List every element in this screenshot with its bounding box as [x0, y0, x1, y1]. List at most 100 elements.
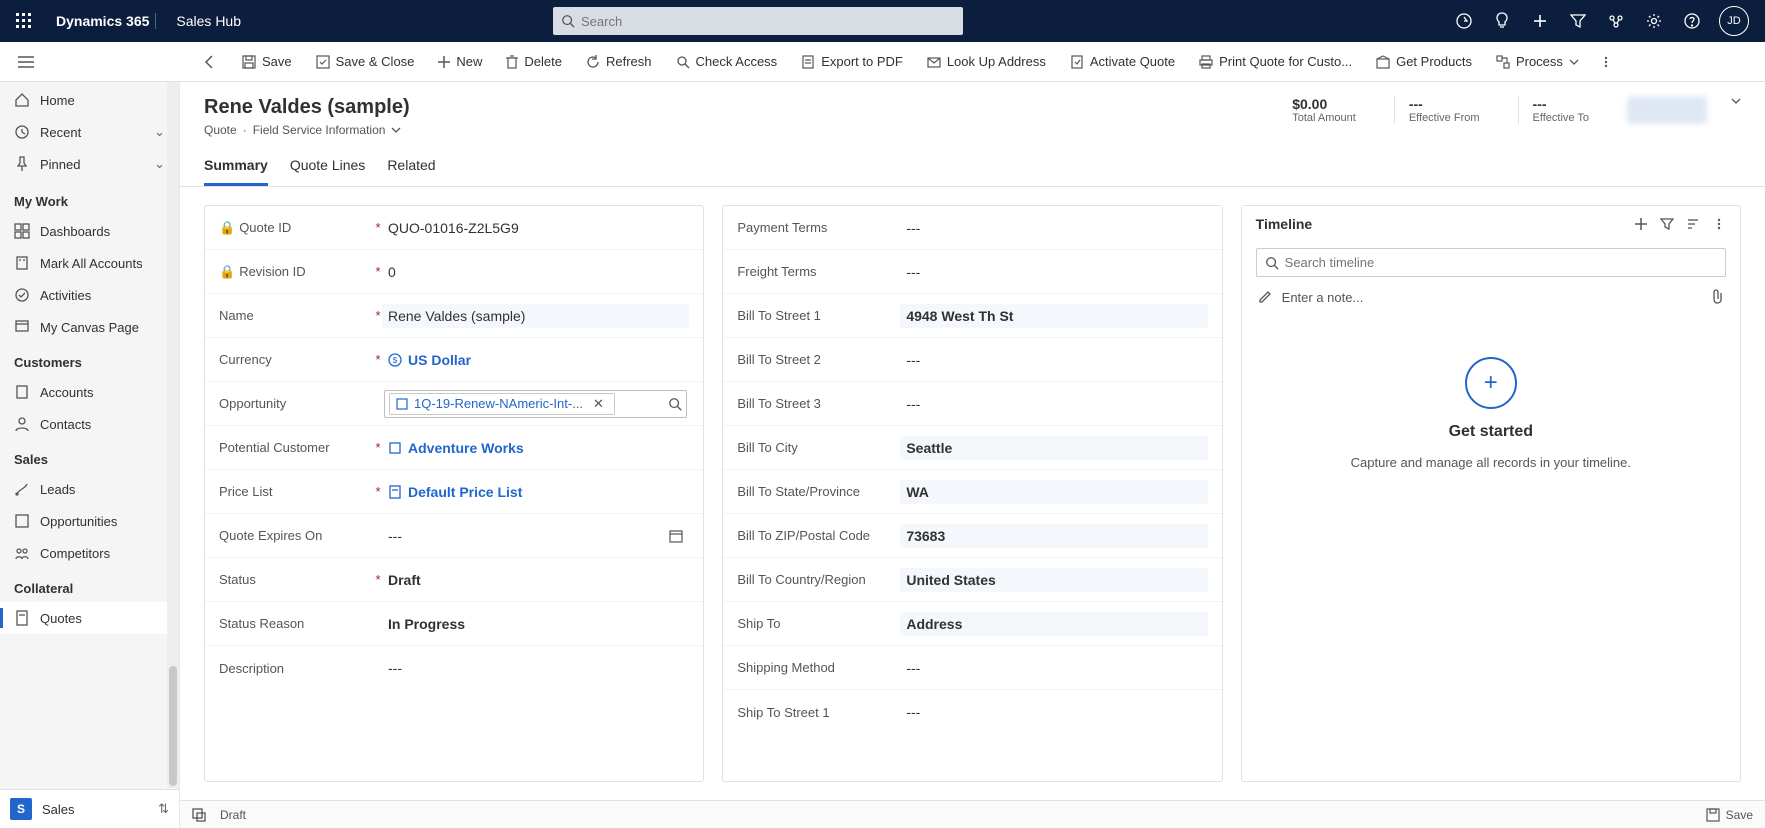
- app-title[interactable]: Sales Hub: [166, 13, 251, 29]
- field-bill-street2[interactable]: Bill To Street 2---: [723, 338, 1221, 382]
- field-freight-terms[interactable]: Freight Terms---: [723, 250, 1221, 294]
- bill-zip-value[interactable]: 73683: [900, 524, 1207, 548]
- field-bill-city[interactable]: Bill To CitySeattle: [723, 426, 1221, 470]
- timeline-more-icon[interactable]: [1712, 217, 1726, 231]
- ship-to-value[interactable]: Address: [900, 612, 1207, 636]
- nav-canvas[interactable]: My Canvas Page: [0, 311, 179, 343]
- print-quote-button[interactable]: Print Quote for Custo...: [1189, 50, 1362, 73]
- nav-competitors[interactable]: Competitors: [0, 537, 179, 569]
- timeline-search-input[interactable]: [1285, 255, 1717, 270]
- field-potential-customer[interactable]: Potential Customer* Adventure Works: [205, 426, 703, 470]
- nav-mark-accounts[interactable]: Mark All Accounts: [0, 247, 179, 279]
- field-bill-zip[interactable]: Bill To ZIP/Postal Code73683: [723, 514, 1221, 558]
- field-shipping-method[interactable]: Shipping Method---: [723, 646, 1221, 690]
- ship-street1-value[interactable]: ---: [900, 700, 1207, 724]
- field-name[interactable]: Name* Rene Valdes (sample): [205, 294, 703, 338]
- bill-state-value[interactable]: WA: [900, 480, 1207, 504]
- bill-city-value[interactable]: Seattle: [900, 436, 1207, 460]
- potential-customer-value[interactable]: Adventure Works: [408, 440, 524, 456]
- nav-recent[interactable]: Recent⌄: [0, 116, 179, 148]
- gear-icon[interactable]: [1643, 10, 1665, 32]
- remove-lookup-icon[interactable]: ✕: [589, 396, 608, 412]
- back-button[interactable]: [192, 54, 228, 70]
- timeline-sort-icon[interactable]: [1686, 217, 1700, 231]
- field-bill-street1[interactable]: Bill To Street 14948 West Th St: [723, 294, 1221, 338]
- bill-street1-value[interactable]: 4948 West Th St: [900, 304, 1207, 328]
- save-close-button[interactable]: Save & Close: [306, 50, 425, 73]
- tab-related[interactable]: Related: [387, 151, 435, 186]
- area-switcher[interactable]: S Sales ⇅: [0, 789, 179, 828]
- nav-dashboards[interactable]: Dashboards: [0, 215, 179, 247]
- timeline-search[interactable]: [1256, 248, 1726, 277]
- nav-activities[interactable]: Activities: [0, 279, 179, 311]
- field-payment-terms[interactable]: Payment Terms---: [723, 206, 1221, 250]
- footer-popout-icon[interactable]: [192, 808, 206, 822]
- add-icon[interactable]: [1529, 10, 1551, 32]
- currency-value[interactable]: US Dollar: [408, 352, 471, 368]
- footer-save-button[interactable]: Save: [1706, 808, 1753, 822]
- get-products-button[interactable]: Get Products: [1366, 50, 1482, 73]
- nav-collapse-icon[interactable]: [8, 55, 44, 69]
- field-bill-street3[interactable]: Bill To Street 3---: [723, 382, 1221, 426]
- nav-accounts[interactable]: Accounts: [0, 376, 179, 408]
- attach-icon[interactable]: [1712, 289, 1724, 305]
- check-access-button[interactable]: Check Access: [666, 50, 788, 73]
- user-avatar[interactable]: JD: [1719, 6, 1749, 36]
- description-value[interactable]: ---: [382, 656, 689, 680]
- nav-quotes[interactable]: Quotes: [0, 602, 179, 634]
- field-currency[interactable]: Currency* $US Dollar: [205, 338, 703, 382]
- field-bill-country[interactable]: Bill To Country/RegionUnited States: [723, 558, 1221, 602]
- timeline-get-started-icon[interactable]: +: [1465, 357, 1517, 409]
- command-overflow[interactable]: [1593, 51, 1619, 73]
- refresh-button[interactable]: Refresh: [576, 50, 662, 73]
- export-pdf-button[interactable]: Export to PDF: [791, 50, 913, 73]
- chevron-down-icon[interactable]: [1731, 96, 1741, 106]
- sidenav-scrollbar[interactable]: [167, 82, 179, 788]
- assistant-icon[interactable]: [1453, 10, 1475, 32]
- nav-opportunities[interactable]: Opportunities: [0, 505, 179, 537]
- global-search[interactable]: [553, 7, 963, 35]
- price-list-value[interactable]: Default Price List: [408, 484, 522, 500]
- field-ship-street1[interactable]: Ship To Street 1---: [723, 690, 1221, 734]
- nav-leads[interactable]: Leads: [0, 473, 179, 505]
- activate-quote-button[interactable]: Activate Quote: [1060, 50, 1185, 73]
- field-price-list[interactable]: Price List* Default Price List: [205, 470, 703, 514]
- opportunity-chip-label[interactable]: 1Q-19-Renew-NAmeric-Int-...: [414, 396, 583, 411]
- field-description[interactable]: Description ---: [205, 646, 703, 690]
- quote-expires-value[interactable]: ---: [382, 524, 689, 548]
- field-bill-state[interactable]: Bill To State/ProvinceWA: [723, 470, 1221, 514]
- name-input[interactable]: Rene Valdes (sample): [382, 304, 689, 328]
- save-button[interactable]: Save: [232, 50, 302, 73]
- field-ship-to[interactable]: Ship ToAddress: [723, 602, 1221, 646]
- tab-summary[interactable]: Summary: [204, 151, 268, 186]
- shipping-method-value[interactable]: ---: [900, 656, 1207, 680]
- nav-contacts[interactable]: Contacts: [0, 408, 179, 440]
- bill-street2-value[interactable]: ---: [900, 348, 1207, 372]
- delete-button[interactable]: Delete: [496, 50, 572, 73]
- bill-street3-value[interactable]: ---: [900, 392, 1207, 416]
- nav-pinned[interactable]: Pinned⌄: [0, 148, 179, 180]
- relationship-icon[interactable]: [1605, 10, 1627, 32]
- form-label[interactable]: Field Service Information: [253, 123, 386, 137]
- global-search-input[interactable]: [581, 14, 955, 29]
- field-opportunity[interactable]: Opportunity 1Q-19-Renew-NAmeric-Int-...✕: [205, 382, 703, 426]
- search-icon[interactable]: [668, 397, 682, 411]
- opportunity-lookup[interactable]: 1Q-19-Renew-NAmeric-Int-... ✕: [384, 390, 687, 418]
- timeline-note-input[interactable]: Enter a note...: [1256, 283, 1726, 311]
- field-quote-expires[interactable]: Quote Expires On ---: [205, 514, 703, 558]
- lookup-address-button[interactable]: Look Up Address: [917, 50, 1056, 73]
- lightbulb-icon[interactable]: [1491, 10, 1513, 32]
- field-status-reason[interactable]: Status Reason In Progress: [205, 602, 703, 646]
- status-reason-value[interactable]: In Progress: [382, 612, 689, 636]
- nav-home[interactable]: Home: [0, 84, 179, 116]
- help-icon[interactable]: [1681, 10, 1703, 32]
- bill-country-value[interactable]: United States: [900, 568, 1207, 592]
- timeline-filter-icon[interactable]: [1660, 217, 1674, 231]
- tab-quote-lines[interactable]: Quote Lines: [290, 151, 366, 186]
- process-button[interactable]: Process: [1486, 50, 1589, 73]
- timeline-add-icon[interactable]: [1634, 217, 1648, 231]
- calendar-icon[interactable]: [669, 529, 683, 543]
- new-button[interactable]: New: [428, 50, 492, 73]
- app-launcher-icon[interactable]: [8, 5, 40, 37]
- freight-terms-value[interactable]: ---: [900, 260, 1207, 284]
